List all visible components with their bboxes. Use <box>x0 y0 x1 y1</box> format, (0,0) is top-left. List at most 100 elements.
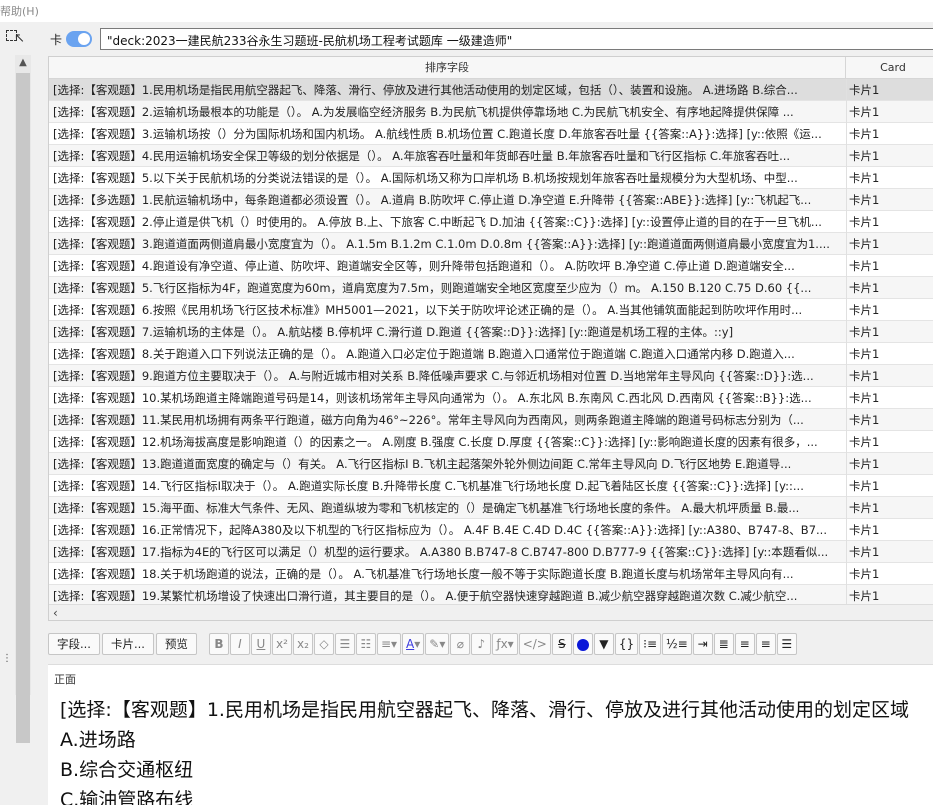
sort-field-cell: [选择:【客观题】12.机场海拔高度是影响跑道（）的因素之一。 A.刚度 B.强… <box>53 435 818 449</box>
subscript-icon[interactable]: x₂ <box>292 633 313 655</box>
sort-field-cell: [选择:【客观题】9.跑道方位主要取决于（）。 A.与附近城市相对关系 B.降低… <box>53 369 814 383</box>
numbered-list-icon[interactable]: ☷ <box>355 633 376 655</box>
underline-icon[interactable]: U <box>250 633 271 655</box>
strikethrough-icon[interactable]: S <box>551 633 572 655</box>
list-a-icon[interactable]: ⁝≡ <box>639 633 662 655</box>
bold-icon[interactable]: B <box>208 633 229 655</box>
table-row[interactable]: [选择:【客观题】4.民用运输机场安全保卫等级的划分依据是（）。 A.年旅客吞吐… <box>49 145 933 167</box>
preview-button[interactable]: 预览 <box>155 633 197 655</box>
card-cell: 卡片1 <box>849 259 880 273</box>
table-row[interactable]: [选择:【客观题】7.运输机场的主体是（）。 A.航站楼 B.停机坪 C.滑行道… <box>49 321 933 343</box>
formula-icon[interactable]: ƒx▾ <box>492 633 518 655</box>
text-color-icon[interactable]: A▾ <box>402 633 425 655</box>
record-icon[interactable]: ♪ <box>471 633 492 655</box>
table-row[interactable]: [选择:【客观题】6.按照《民用机场飞行区技术标准》MH5001—2021，以下… <box>49 299 933 321</box>
table-row[interactable]: [选择:【客观题】5.以下关于民航机场的分类说法错误的是（）。 A.国际机场又称… <box>49 167 933 189</box>
table-row[interactable]: [选择:【客观题】17.指标为4E的飞行区可以满足（）机型的运行要求。 A.A3… <box>49 541 933 563</box>
table-row[interactable]: [选择:【客观题】16.正常情况下，起降A380及以下机型的飞行区指标应为（）。… <box>49 519 933 541</box>
toggle-label: 卡 <box>50 32 63 47</box>
attach-icon[interactable]: ⌀ <box>450 633 471 655</box>
card-cell: 卡片1 <box>849 127 880 141</box>
sort-field-cell: [选择:【客观题】3.跑道道面两侧道肩最小宽度宜为（）。 A.1.5m B.1.… <box>53 237 830 251</box>
table-row[interactable]: [选择:【客观题】5.飞行区指标为4F，跑道宽度为60m，道肩宽度为7.5m，则… <box>49 277 933 299</box>
search-input[interactable]: "deck:2023一建民航233谷永生习题班-民航机场工程考试题库 一级建造师… <box>100 28 933 50</box>
field-line: [选择:【客观题】1.民用机场是指民用航空器起飞、降落、滑行、停放及进行其他活动… <box>60 699 909 721</box>
sort-field-cell: [选择:【客观题】13.跑道道面宽度的确定与（）有关。 A.飞行区指标Ⅰ B.飞… <box>53 457 792 471</box>
card-cell: 卡片1 <box>849 413 880 427</box>
sort-field-cell: [选择:【客观题】4.民用运输机场安全保卫等级的划分依据是（）。 A.年旅客吞吐… <box>53 149 791 163</box>
italic-icon[interactable]: I <box>229 633 250 655</box>
align-left-icon[interactable]: ≡ <box>734 633 755 655</box>
table-row[interactable]: [选择:【客观题】10.某机场跑道主降端跑道号码是14，则该机场常年主导风向通常… <box>49 387 933 409</box>
card-note-toggle[interactable]: 卡 <box>50 29 93 49</box>
splitter-handle-icon[interactable]: ⋮ <box>2 653 12 664</box>
card-cell: 卡片1 <box>849 215 880 229</box>
bullet-list-icon[interactable]: ☰ <box>334 633 355 655</box>
justify-icon[interactable]: ☰ <box>776 633 797 655</box>
toggle-switch[interactable] <box>66 31 93 47</box>
sort-field-cell: [选择:【客观题】16.正常情况下，起降A380及以下机型的飞行区指标应为（）。… <box>53 523 827 537</box>
editor-toolbar: 字段... 卡片... 预览 B I U x² x₂ ◇ ☰ ☷ ≡▾ A▾ ✎… <box>48 630 933 658</box>
table-row[interactable]: [选择:【客观题】3.跑道道面两侧道肩最小宽度宜为（）。 A.1.5m B.1.… <box>49 233 933 255</box>
cards-button[interactable]: 卡片... <box>101 633 154 655</box>
scrollbar-thumb[interactable] <box>16 73 30 743</box>
table-row[interactable]: [选择:【客观题】1.民用机场是指民用航空器起飞、降落、滑行、停放及进行其他活动… <box>49 79 933 101</box>
field-editor[interactable]: 正面 [选择:【客观题】1.民用机场是指民用航空器起飞、降落、滑行、停放及进行其… <box>48 664 933 805</box>
align-center-icon[interactable]: ≣ <box>713 633 734 655</box>
fields-button[interactable]: 字段... <box>48 633 100 655</box>
card-cell: 卡片1 <box>849 105 880 119</box>
table-row[interactable]: [选择:【客观题】2.停止道是供飞机（）时使用的。 A.停放 B.上、下旅客 C… <box>49 211 933 233</box>
card-cell: 卡片1 <box>849 193 880 207</box>
highlight-icon[interactable]: ✎▾ <box>425 633 450 655</box>
table-row[interactable]: [选择:【客观题】14.飞行区指标Ⅰ取决于（）。 A.跑道实际长度 B.升降带长… <box>49 475 933 497</box>
table-row[interactable]: [选择:【客观题】11.某民用机场拥有两条平行跑道，磁方向角为46°~226°。… <box>49 409 933 431</box>
left-gutter: ⋮ <box>0 55 14 805</box>
card-cell: 卡片1 <box>849 457 880 471</box>
table-row[interactable]: [选择:【客观题】3.运输机场按（）分为国际机场和国内机场。 A.航线性质 B.… <box>49 123 933 145</box>
card-cell: 卡片1 <box>849 479 880 493</box>
help-menu[interactable]: 帮助(H) <box>0 3 39 19</box>
sort-field-cell: [选择:【客观题】5.飞行区指标为4F，跑道宽度为60m，道肩宽度为7.5m，则… <box>53 281 812 295</box>
scroll-left-icon[interactable]: ‹ <box>53 605 58 620</box>
table-row[interactable]: [选择:【客观题】9.跑道方位主要取决于（）。 A.与附近城市相对关系 B.降低… <box>49 365 933 387</box>
card-cell: 卡片1 <box>849 435 880 449</box>
select-tool-icon[interactable]: ↖ <box>6 28 26 46</box>
list-b-icon[interactable]: ½≡ <box>662 633 692 655</box>
table-row[interactable]: [选择:【客观题】18.关于机场跑道的说法，正确的是（）。 A.飞机基准飞行场地… <box>49 563 933 585</box>
eraser-icon[interactable]: ◇ <box>313 633 334 655</box>
column-header-card[interactable]: Card <box>847 57 933 79</box>
sort-field-cell: [选择:【客观题】11.某民用机场拥有两条平行跑道，磁方向角为46°~226°。… <box>53 413 804 427</box>
sort-field-cell: [选择:【客观题】15.海平面、标准大气条件、无风、跑道纵坡为零和飞机核定的（）… <box>53 501 800 515</box>
table-row[interactable]: [选择:【客观题】12.机场海拔高度是影响跑道（）的因素之一。 A.刚度 B.强… <box>49 431 933 453</box>
table-row[interactable]: [选择:【客观题】13.跑道道面宽度的确定与（）有关。 A.飞行区指标Ⅰ B.飞… <box>49 453 933 475</box>
align-icon[interactable]: ≡▾ <box>376 633 402 655</box>
field-line: A.进场路 <box>60 729 136 751</box>
align-right-icon[interactable]: ≡ <box>755 633 776 655</box>
table-row[interactable]: [选择:【客观题】2.运输机场最根本的功能是（）。 A.为发展临空经济服务 B.… <box>49 101 933 123</box>
column-header-sort-field[interactable]: 排序字段 <box>49 57 846 79</box>
field-content[interactable]: [选择:【客观题】1.民用机场是指民用航空器起飞、降落、滑行、停放及进行其他活动… <box>60 695 933 805</box>
table-row[interactable]: [选择:【客观题】4.跑道设有净空道、停止道、防吹坪、跑道端安全区等，则升降带包… <box>49 255 933 277</box>
card-table: 排序字段 Card [选择:【客观题】1.民用机场是指民用航空器起飞、降落、滑行… <box>48 56 933 621</box>
horizontal-scrollbar[interactable]: ‹ <box>49 604 933 620</box>
card-cell: 卡片1 <box>849 567 880 581</box>
card-cell: 卡片1 <box>849 545 880 559</box>
sort-field-cell: [选择:【客观题】3.运输机场按（）分为国际机场和国内机场。 A.航线性质 B.… <box>53 127 822 141</box>
table-row[interactable]: [选择:【客观题】8.关于跑道入口下列说法正确的是（）。 A.跑道入口必定位于跑… <box>49 343 933 365</box>
braces-icon[interactable]: {} <box>614 633 639 655</box>
card-cell: 卡片1 <box>849 501 880 515</box>
indent-icon[interactable]: ⇥ <box>692 633 713 655</box>
card-cell: 卡片1 <box>849 303 880 317</box>
scroll-up-icon[interactable]: ▲ <box>15 55 31 71</box>
field-line: C.输油管路布线 <box>60 789 194 805</box>
table-row[interactable]: [选择:【多选题】1.民航运输机场中，每条跑道都必须设置（）。 A.道肩 B.防… <box>49 189 933 211</box>
triangle-icon[interactable]: ▼ <box>593 633 614 655</box>
superscript-icon[interactable]: x² <box>271 633 292 655</box>
card-cell: 卡片1 <box>849 237 880 251</box>
sidebar-scrollbar[interactable]: ▲ <box>15 55 31 743</box>
card-cell: 卡片1 <box>849 281 880 295</box>
table-row[interactable]: [选择:【客观题】15.海平面、标准大气条件、无风、跑道纵坡为零和飞机核定的（）… <box>49 497 933 519</box>
color-dot-icon[interactable] <box>572 633 593 655</box>
html-icon[interactable]: </> <box>518 633 551 655</box>
field-line: B.综合交通枢纽 <box>60 759 194 781</box>
